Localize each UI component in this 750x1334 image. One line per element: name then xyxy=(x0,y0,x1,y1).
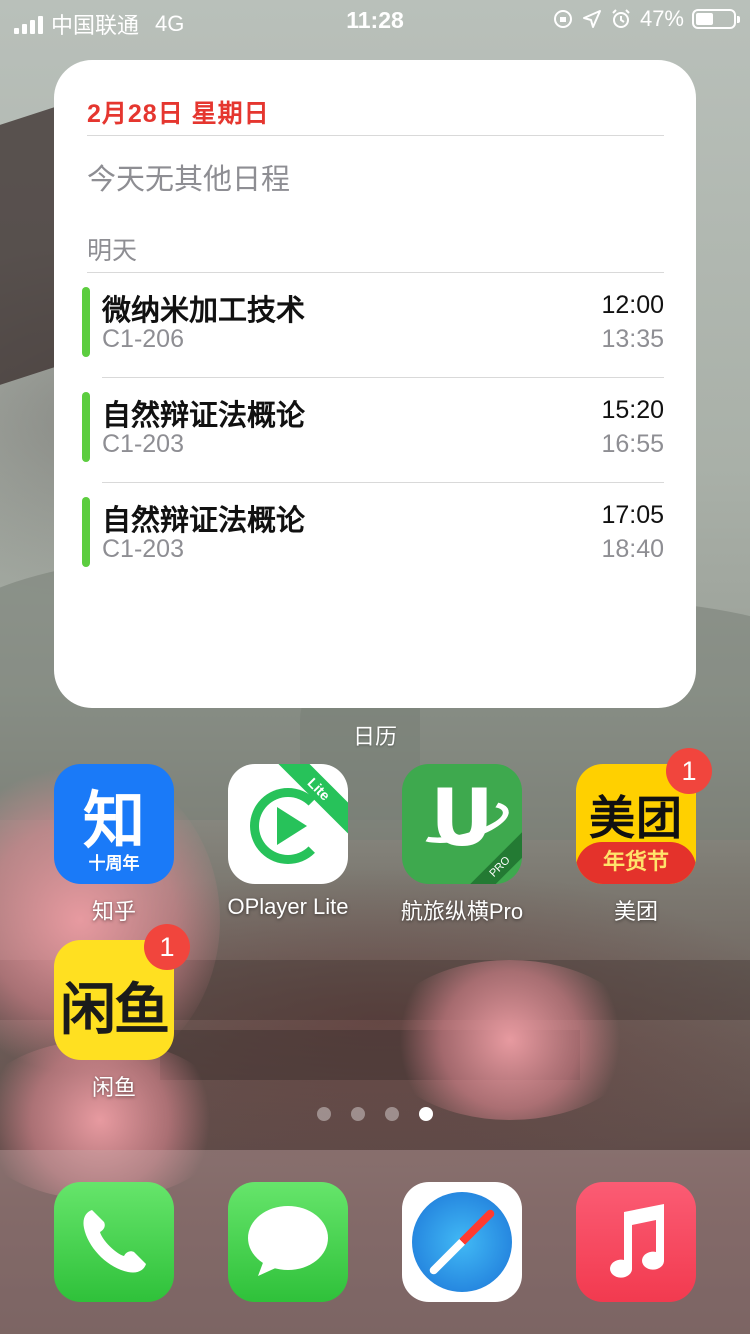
divider xyxy=(87,135,664,136)
event-start-time: 17:05 xyxy=(601,501,664,529)
page-dot[interactable] xyxy=(351,1107,365,1121)
dock-safari[interactable] xyxy=(402,1182,522,1302)
calendar-event[interactable]: 自然辩证法概论 C1-203 15:20 16:55 xyxy=(82,378,664,483)
no-events-text: 今天无其他日程 xyxy=(87,164,291,196)
alarm-icon xyxy=(612,9,630,28)
event-location: C1-203 xyxy=(102,535,184,563)
app-zhihu[interactable]: 知 十周年 知乎 xyxy=(54,764,174,924)
app-hanglv-zongheng[interactable]: U PRO 航旅纵横Pro xyxy=(401,764,523,924)
dock-messages[interactable] xyxy=(228,1182,348,1302)
messages-icon xyxy=(228,1182,348,1302)
battery-icon xyxy=(692,9,740,29)
widget-label: 日历 xyxy=(352,724,397,749)
event-start-time: 15:20 xyxy=(601,396,664,424)
app-label: 航旅纵横Pro xyxy=(400,899,524,924)
status-bar: 中国联通 4G 11:28 47% xyxy=(0,0,750,40)
event-title: 自然辩证法概论 xyxy=(102,400,306,432)
dock-music[interactable] xyxy=(576,1182,696,1302)
event-end-time: 18:40 xyxy=(601,535,664,563)
phone-icon xyxy=(54,1182,174,1302)
lock-rotation-icon xyxy=(553,10,572,28)
page-dot-active[interactable] xyxy=(419,1107,433,1121)
oplayer-icon: Lite xyxy=(228,764,348,884)
event-color-bar xyxy=(82,497,90,567)
event-location: C1-203 xyxy=(102,430,184,458)
app-xianyu[interactable]: 1 闲鱼 闲鱼 xyxy=(54,924,190,1100)
zhihu-icon: 知 十周年 xyxy=(54,764,174,884)
music-icon xyxy=(576,1182,696,1302)
notification-badge: 1 xyxy=(144,924,190,970)
calendar-widget[interactable]: 2月28日 星期日 今天无其他日程 明天 微纳米加工技术 C1-206 12:0… xyxy=(54,60,696,708)
event-start-time: 12:00 xyxy=(601,291,664,319)
app-label: OPlayer Lite xyxy=(227,894,349,919)
app-label: 知乎 xyxy=(91,899,136,924)
location-icon xyxy=(582,10,601,28)
event-title: 微纳米加工技术 xyxy=(102,295,306,327)
page-dot[interactable] xyxy=(385,1107,399,1121)
app-label: 美团 xyxy=(613,899,658,924)
calendar-event[interactable]: 微纳米加工技术 C1-206 12:00 13:35 xyxy=(82,273,664,378)
safari-icon xyxy=(402,1182,522,1302)
widget-date: 2月28日 星期日 xyxy=(87,100,270,128)
dock-phone[interactable] xyxy=(54,1182,174,1302)
event-end-time: 16:55 xyxy=(601,430,664,458)
hanglv-icon: U PRO xyxy=(402,764,522,884)
notification-badge: 1 xyxy=(666,748,712,794)
event-end-time: 13:35 xyxy=(601,325,664,353)
battery-percent: 47% xyxy=(639,6,684,31)
event-title: 自然辩证法概论 xyxy=(102,505,306,537)
dock xyxy=(0,1150,750,1334)
event-color-bar xyxy=(82,287,90,357)
calendar-event[interactable]: 自然辩证法概论 C1-203 17:05 18:40 xyxy=(82,483,664,588)
app-label: 闲鱼 xyxy=(91,1075,136,1100)
app-meituan[interactable]: 1 美团 年货节 美团 xyxy=(576,748,712,924)
event-location: C1-206 xyxy=(102,325,184,353)
app-oplayer-lite[interactable]: Lite OPlayer Lite xyxy=(227,764,349,919)
page-indicator[interactable] xyxy=(0,1107,750,1121)
event-color-bar xyxy=(82,392,90,462)
tomorrow-label: 明天 xyxy=(87,237,138,265)
page-dot[interactable] xyxy=(317,1107,331,1121)
